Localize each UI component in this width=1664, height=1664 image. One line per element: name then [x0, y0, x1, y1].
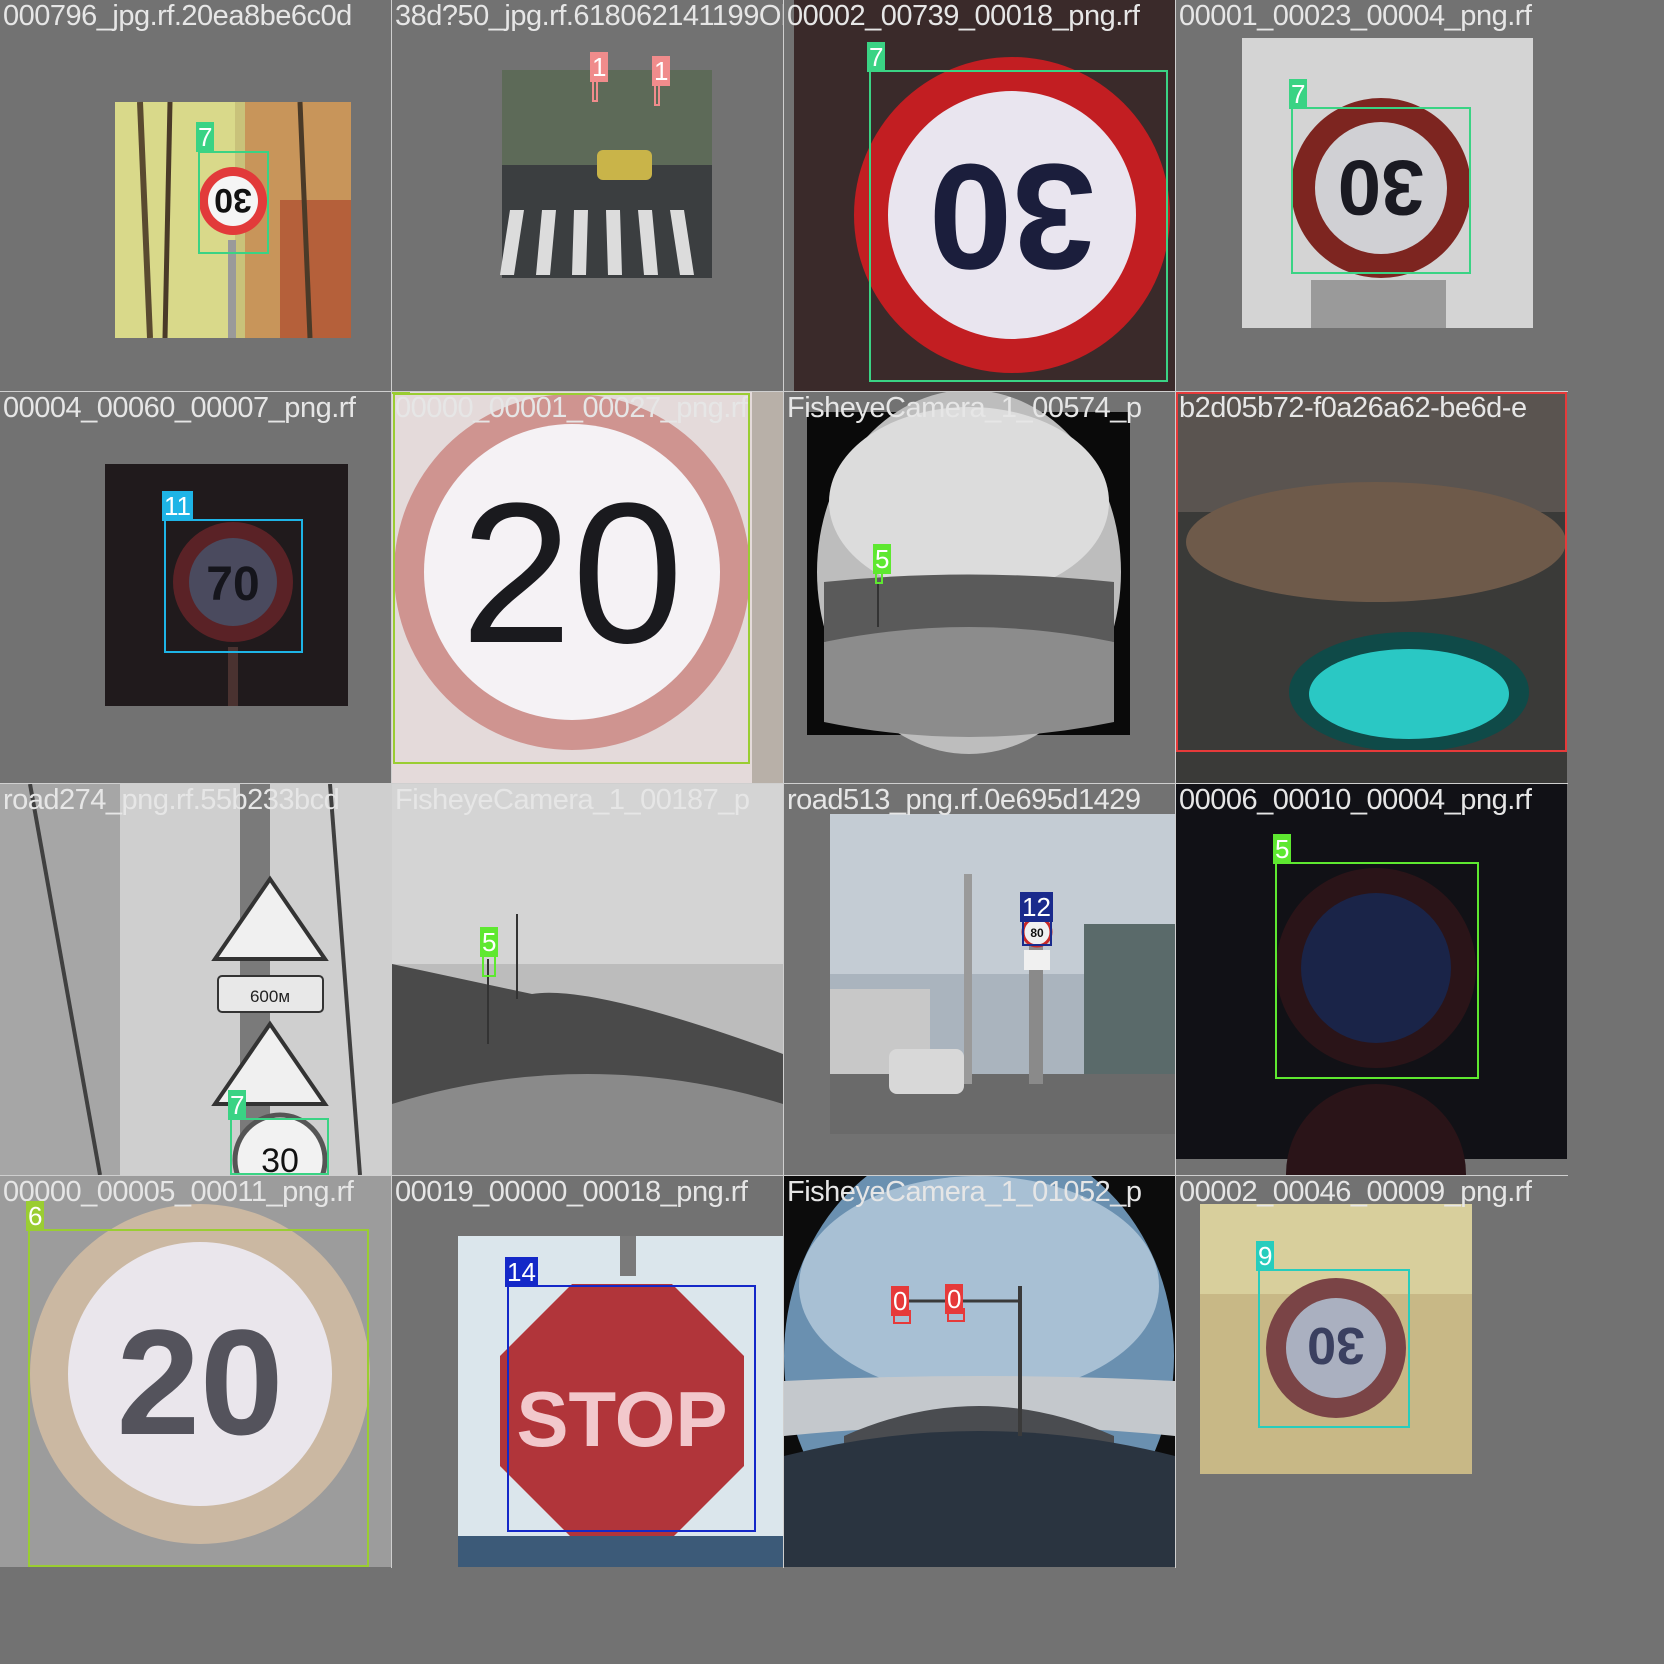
- tile-filename: 00006_00010_00004_png.rf: [1179, 784, 1532, 816]
- tile-7: b2d05b72-f0a26a62-be6d-e 0: [1176, 392, 1567, 783]
- detection-label: 7: [228, 1090, 247, 1120]
- detection-box: [592, 80, 598, 102]
- tile-filename: road513_png.rf.0e695d1429: [787, 784, 1141, 816]
- tile-6: FisheyeCamera_1_00574_p 5: [784, 392, 1175, 783]
- detection-box: [1258, 1269, 1410, 1428]
- tile-11: 00006_00010_00004_png.rf 5: [1176, 784, 1567, 1175]
- tile-14-image: [784, 1176, 1175, 1567]
- detection-label: 5: [480, 927, 499, 957]
- tile-filename: 38d?50_jpg.rf.618062141199Obca: [395, 0, 783, 32]
- detection-label: 0: [891, 1286, 910, 1316]
- detection-box: [1022, 920, 1052, 946]
- tile-filename: FisheyeCamera_1_01052_p: [787, 1176, 1142, 1208]
- detection-box: [198, 151, 269, 254]
- detection-box: [1275, 862, 1479, 1079]
- detection-label: 0: [1176, 392, 1195, 394]
- detection-box: [1291, 107, 1471, 274]
- mosaic-grid: 30 000796_jpg.rf.20ea8be6c0d 7 38d?50_jp…: [0, 0, 1568, 1568]
- detection-box: [482, 955, 496, 977]
- tile-2: 30 00002_00739_00018_png.rf 7: [784, 0, 1175, 391]
- detection-label: 12: [1020, 892, 1053, 922]
- tile-filename: 00002_00046_00009_png.rf: [1179, 1176, 1532, 1208]
- distance-600-text: 600м: [250, 987, 290, 1006]
- tile-8: 600м 30 road274_png.rf.55b233bcd 7: [0, 784, 391, 1175]
- detection-label: 14: [505, 1257, 538, 1287]
- tile-12: 20 00000_00005_00011_png.rf 6: [0, 1176, 391, 1567]
- tile-filename: FisheyeCamera_1_00574_p: [787, 392, 1142, 424]
- detection-label: 6: [26, 1201, 45, 1231]
- tile-15: 30 00002_00046_00009_png.rf 9: [1176, 1176, 1567, 1567]
- detection-box: [28, 1229, 369, 1567]
- tile-filename: FisheyeCamera_1_00187_p: [395, 784, 750, 816]
- detection-box: [164, 519, 303, 653]
- grid-divider: [391, 0, 392, 1568]
- tile-filename: 00000_00005_00011_png.rf: [3, 1176, 354, 1208]
- grid-divider: [783, 0, 784, 1568]
- tile-9-image: [392, 784, 783, 1175]
- detection-box: [869, 70, 1168, 382]
- tile-0: 30 000796_jpg.rf.20ea8be6c0d 7: [0, 0, 391, 391]
- detection-box: [507, 1285, 756, 1532]
- detection-label: 7: [196, 122, 215, 152]
- detection-box: [654, 84, 660, 106]
- tile-10-image: 80: [830, 814, 1175, 1134]
- detection-label: 5: [1273, 834, 1292, 864]
- detection-box: [230, 1118, 329, 1175]
- tile-4: 70 00004_00060_00007_png.rf 11: [0, 392, 391, 783]
- tile-13: STOP 00019_00000_00018_png.rf 14: [392, 1176, 783, 1567]
- grid-divider: [0, 1175, 1568, 1176]
- tile-filename: 00004_00060_00007_png.rf: [3, 392, 356, 424]
- detection-label: 6: [392, 392, 411, 394]
- detection-label: 1: [652, 56, 671, 86]
- tile-filename: 00019_00000_00018_png.rf: [395, 1176, 748, 1208]
- grid-divider: [1175, 0, 1176, 1568]
- detection-box: [393, 393, 750, 764]
- tile-1: 38d?50_jpg.rf.618062141199Obca 1 1: [392, 0, 783, 391]
- tile-9: FisheyeCamera_1_00187_p 5: [392, 784, 783, 1175]
- tile-filename: 00001_00023_00004_png.rf: [1179, 0, 1532, 32]
- grid-divider: [0, 783, 1568, 784]
- tile-filename: 000796_jpg.rf.20ea8be6c0d: [3, 0, 352, 32]
- tile-filename: 00002_00739_00018_png.rf: [787, 0, 1140, 32]
- detection-label: 9: [1256, 1241, 1275, 1271]
- tile-5: 20 00000_00001_00027_png.rf 6: [392, 392, 783, 783]
- detection-label: 7: [1289, 79, 1308, 109]
- tile-0-image: 30: [115, 101, 351, 339]
- tile-3: 30 00001_00023_00004_png.rf 7: [1176, 0, 1567, 391]
- detection-label: 0: [945, 1284, 964, 1314]
- detection-box: [1176, 392, 1567, 752]
- tile-6-image: [807, 392, 1130, 754]
- tile-1-image: [500, 70, 712, 278]
- tile-14: FisheyeCamera_1_01052_p 0 0: [784, 1176, 1175, 1567]
- detection-label: 1: [590, 52, 609, 82]
- tile-filename: road274_png.rf.55b233bcd: [3, 784, 340, 816]
- grid-divider: [0, 391, 1568, 392]
- tile-10: 80 road513_png.rf.0e695d1429 12: [784, 784, 1175, 1175]
- detection-label: 7: [867, 42, 886, 72]
- tile-8-image: 600м 30: [0, 784, 391, 1175]
- detection-label: 11: [162, 491, 193, 521]
- detection-label: 5: [873, 544, 892, 574]
